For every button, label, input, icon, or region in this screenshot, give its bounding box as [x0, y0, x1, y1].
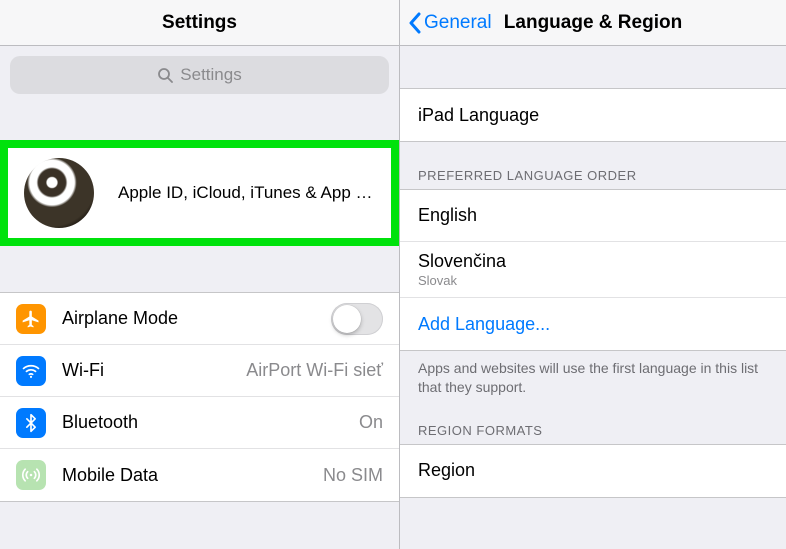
cell-label: Mobile Data: [62, 465, 323, 486]
settings-items-group: Airplane ModeWi-FiAirPort Wi-Fi sieťBlue…: [0, 292, 399, 502]
search-icon: [157, 67, 173, 83]
language-sub: Slovak: [418, 273, 768, 289]
apple-id-cell[interactable]: Apple ID, iCloud, iTunes & App St...: [8, 148, 391, 238]
airplane-mode-switch[interactable]: [331, 303, 383, 335]
mobile-data-cell[interactable]: Mobile DataNo SIM: [0, 449, 399, 501]
add-language-cell[interactable]: Add Language...: [400, 298, 786, 350]
preferred-language-order-header: PREFERRED LANGUAGE ORDER: [400, 142, 786, 189]
header-language-region: General Language & Region: [400, 0, 786, 46]
language-title: Slovenčina: [418, 251, 768, 272]
ipad-language-cell[interactable]: iPad Language: [400, 89, 786, 141]
apple-id-highlight: Apple ID, iCloud, iTunes & App St...: [0, 140, 399, 246]
detail-pane: General Language & Region iPad Language …: [400, 0, 786, 549]
cell-label: Bluetooth: [62, 412, 359, 433]
cell-label: Wi-Fi: [62, 360, 246, 381]
ipad-language-group: iPad Language: [400, 88, 786, 142]
region-cell[interactable]: Region: [400, 445, 786, 497]
language-cell-1[interactable]: SlovenčinaSlovak: [400, 242, 786, 298]
region-formats-header: REGION FORMATS: [400, 397, 786, 444]
settings-sidebar: Settings Settings Apple ID, iCloud, iTun…: [0, 0, 400, 549]
airplane-mode-cell[interactable]: Airplane Mode: [0, 293, 399, 345]
bluetooth-cell[interactable]: BluetoothOn: [0, 397, 399, 449]
language-footer: Apps and websites will use the first lan…: [400, 351, 786, 397]
header-settings: Settings: [0, 0, 399, 46]
back-button[interactable]: General: [408, 12, 492, 34]
cell-label: Airplane Mode: [62, 308, 331, 329]
avatar: [24, 158, 94, 228]
wifi-icon: [16, 356, 46, 386]
language-cell-0[interactable]: English: [400, 190, 786, 242]
language-title: English: [418, 205, 768, 226]
bluetooth-icon: [16, 408, 46, 438]
airplane-icon: [16, 304, 46, 334]
preferred-languages-group: English SlovenčinaSlovak Add Language...: [400, 189, 786, 351]
search-input[interactable]: Settings: [10, 56, 389, 94]
add-language-label: Add Language...: [418, 314, 768, 335]
cell-value: No SIM: [323, 465, 383, 486]
detail-title: Language & Region: [504, 12, 682, 34]
cell-value: AirPort Wi-Fi sieť: [246, 360, 383, 381]
cell-value: On: [359, 412, 383, 433]
apple-id-subtitle: Apple ID, iCloud, iTunes & App St...: [118, 183, 375, 203]
wifi-cell[interactable]: Wi-FiAirPort Wi-Fi sieť: [0, 345, 399, 397]
chevron-left-icon: [408, 12, 422, 34]
region-formats-group: Region: [400, 444, 786, 498]
settings-title: Settings: [162, 12, 237, 34]
cellular-icon: [16, 460, 46, 490]
